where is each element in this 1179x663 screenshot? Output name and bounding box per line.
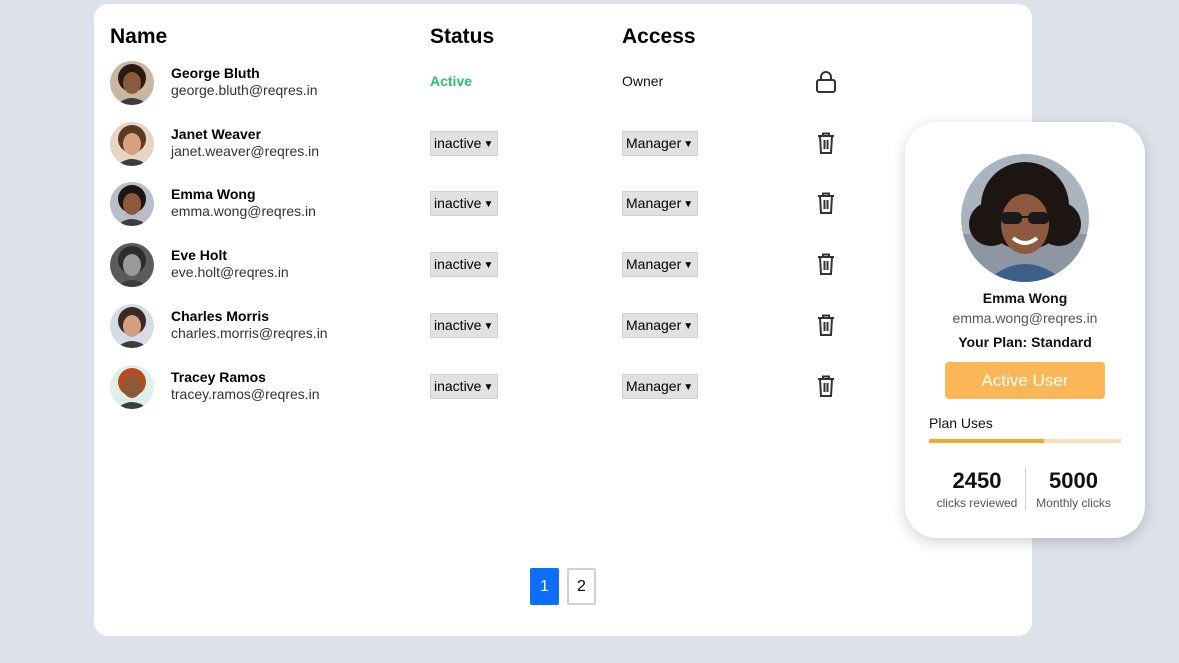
access-select[interactable]: Manager ▼ [622,313,698,338]
chevron-down-icon: ▼ [683,139,694,150]
header-access: Access [622,25,696,48]
users-panel: Name Status Access George Bluth george.bl… [94,4,1032,636]
status-active-label: Active [430,73,473,89]
access-select[interactable]: Manager ▼ [622,191,698,216]
avatar [110,304,154,348]
avatar [110,61,154,105]
access-select[interactable]: Manager ▼ [622,374,698,399]
monthly-clicks-label: Monthly clicks [1036,496,1111,510]
header-status: Status [430,25,495,48]
trash-icon[interactable] [815,191,837,215]
chevron-down-icon: ▼ [483,260,494,271]
chevron-down-icon: ▼ [683,199,694,210]
plan-uses-label: Plan Uses [929,415,993,431]
trash-icon[interactable] [815,131,837,155]
profile-avatar [961,154,1089,282]
table-row: Eve Holt eve.holt@reqres.in inactive ▼ Manag… [94,240,1032,290]
lock-icon [815,70,837,94]
access-select[interactable]: Manager ▼ [622,252,698,277]
status-select[interactable]: inactive ▼ [430,191,498,216]
chevron-down-icon: ▼ [483,382,494,393]
avatar [110,365,154,409]
plan-uses-bar [929,439,1121,443]
profile-name: Emma Wong [982,290,1068,306]
clicks-reviewed-label: clicks reviewed [936,496,1018,510]
user-email: tracey.ramos@reqres.in [171,386,320,402]
user-name: Charles Morris [171,308,270,324]
table-row: Tracey Ramos tracey.ramos@reqres.in inacti… [94,362,1032,412]
user-email: janet.weaver@reqres.in [171,143,320,159]
user-email: emma.wong@reqres.in [171,203,316,219]
page-2-button[interactable]: 2 [567,568,596,605]
status-select[interactable]: inactive ▼ [430,131,498,156]
profile-card: Emma Wong emma.wong@reqres.in Your Plan:… [905,122,1145,538]
user-email: george.bluth@reqres.in [171,82,318,98]
trash-icon[interactable] [815,252,837,276]
user-email: eve.holt@reqres.in [171,264,289,280]
access-select[interactable]: Manager ▼ [622,131,698,156]
header-name: Name [110,25,168,48]
profile-email: emma.wong@reqres.in [952,310,1098,326]
user-name: Eve Holt [171,247,228,263]
active-user-button[interactable]: Active User [945,362,1105,399]
table-row: George Bluth george.bluth@reqres.in Active… [94,58,1032,108]
clicks-reviewed-value: 2450 [952,468,1002,493]
chevron-down-icon: ▼ [483,139,494,150]
trash-icon[interactable] [815,374,837,398]
chevron-down-icon: ▼ [683,260,694,271]
trash-icon[interactable] [815,313,837,337]
monthly-clicks-value: 5000 [1049,468,1098,493]
profile-plan: Your Plan: Standard [958,334,1092,350]
chevron-down-icon: ▼ [683,382,694,393]
status-select[interactable]: inactive ▼ [430,374,498,399]
user-name: George Bluth [171,65,260,81]
status-select[interactable]: inactive ▼ [430,313,498,338]
chevron-down-icon: ▼ [483,321,494,332]
table-row: Emma Wong emma.wong@reqres.in inactive ▼ Man… [94,179,1032,229]
avatar [110,182,154,226]
user-email: charles.morris@reqres.in [171,325,328,341]
user-name: Tracey Ramos [171,369,266,385]
status-select[interactable]: inactive ▼ [430,252,498,277]
chevron-down-icon: ▼ [683,321,694,332]
user-name: Emma Wong [171,186,256,202]
plan-uses-bar-fill [929,439,1045,443]
chevron-down-icon: ▼ [483,199,494,210]
table-row: Charles Morris charles.morris@reqres.in in… [94,301,1032,351]
user-name: Janet Weaver [171,126,262,142]
avatar [110,122,154,166]
avatar [110,243,154,287]
access-label: Owner [622,73,664,89]
table-row: Janet Weaver janet.weaver@reqres.in inacti… [94,119,1032,169]
page-1-button[interactable]: 1 [530,568,559,605]
